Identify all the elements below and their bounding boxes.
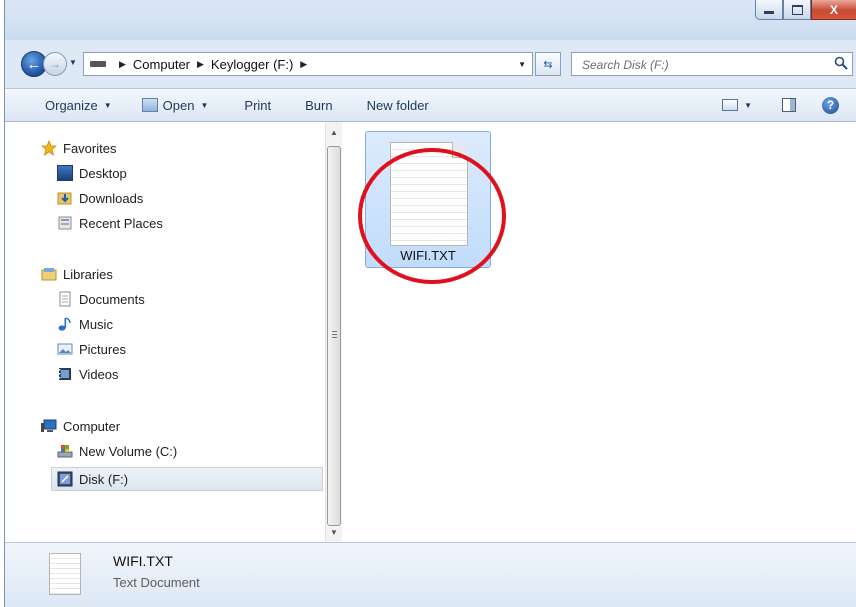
nav-recent-places-label: Recent Places — [79, 215, 163, 231]
change-view-button[interactable]: ▼ — [718, 99, 756, 111]
help-icon: ? — [822, 96, 839, 114]
open-label: Open — [162, 97, 195, 113]
nav-desktop[interactable]: Desktop — [57, 161, 127, 185]
command-bar: Organize ▼ Open ▼ Print Burn New folder … — [5, 88, 856, 122]
new-folder-label: New folder — [366, 97, 429, 113]
nav-documents-label: Documents — [79, 291, 145, 307]
organize-label: Organize — [45, 97, 98, 113]
address-row: ← → ▼ ▶ Computer ▶ Keylogger (F:) ▶ ▼ ⇆ — [5, 48, 856, 78]
nav-downloads[interactable]: Downloads — [57, 186, 143, 210]
computer-icon — [41, 418, 57, 434]
navigation-pane: Favorites Desktop Downloads Recent Place… — [5, 122, 325, 542]
pictures-icon — [57, 341, 73, 357]
grip-icon — [332, 331, 337, 339]
nav-disk-f[interactable]: Disk (F:) — [51, 467, 323, 491]
nav-computer[interactable]: Computer — [41, 414, 120, 438]
forward-button[interactable]: → — [43, 52, 67, 76]
refresh-button[interactable]: ⇆ — [535, 52, 561, 76]
nav-music-label: Music — [79, 316, 113, 332]
chevron-right-icon[interactable]: ▶ — [119, 59, 126, 70]
nav-new-volume-c[interactable]: New Volume (C:) — [57, 439, 177, 463]
minimize-icon — [764, 11, 774, 14]
search-box — [571, 52, 853, 76]
close-button[interactable]: X — [811, 0, 856, 20]
chevron-right-icon[interactable]: ▶ — [300, 59, 307, 70]
nav-libraries-label: Libraries — [63, 266, 113, 282]
nav-new-volume-c-label: New Volume (C:) — [79, 443, 178, 459]
nav-music[interactable]: Music — [57, 312, 113, 336]
desktop-icon — [57, 165, 73, 181]
preview-pane-button[interactable] — [778, 98, 800, 112]
address-bar[interactable]: ▶ Computer ▶ Keylogger (F:) ▶ ▼ — [83, 52, 533, 76]
nav-documents[interactable]: Documents — [57, 287, 145, 311]
details-pane: WIFI.TXT Text Document — [5, 542, 856, 607]
title-bar[interactable]: X — [5, 0, 856, 40]
new-folder-button[interactable]: New folder — [363, 98, 433, 113]
chevron-down-icon: ▼ — [744, 100, 752, 110]
breadcrumb-keylogger-drive[interactable]: Keylogger (F:) — [211, 57, 293, 72]
scrollbar-thumb[interactable] — [327, 146, 341, 526]
forward-arrow-icon: → — [49, 57, 61, 71]
nav-favorites[interactable]: Favorites — [41, 136, 116, 160]
nav-pictures-label: Pictures — [79, 341, 126, 357]
chevron-down-icon: ▼ — [103, 100, 112, 110]
back-arrow-icon: ← — [26, 55, 42, 73]
drive-icon — [90, 61, 106, 67]
text-file-icon — [49, 553, 81, 595]
organize-button[interactable]: Organize ▼ — [41, 98, 116, 113]
red-circle-annotation — [358, 148, 506, 284]
navigation-scrollbar[interactable]: ▲ ▼ — [325, 122, 342, 542]
print-label: Print — [244, 97, 272, 113]
drive-c-icon — [57, 443, 73, 459]
burn-button[interactable]: Burn — [301, 98, 336, 113]
search-input[interactable] — [580, 54, 824, 76]
chevron-down-icon[interactable]: ▼ — [518, 60, 526, 69]
nav-downloads-label: Downloads — [79, 190, 144, 206]
explorer-window: X ← → ▼ ▶ Computer ▶ Keylogger (F:) ▶ ▼ … — [4, 0, 856, 607]
recent-pages-dropdown[interactable]: ▼ — [69, 58, 79, 68]
window-controls: X — [755, 0, 856, 20]
details-file-type: Text Document — [113, 575, 200, 590]
star-icon — [41, 140, 57, 156]
file-list: WIFI.TXT — [342, 122, 856, 542]
details-file-name: WIFI.TXT — [113, 553, 173, 569]
search-icon[interactable] — [834, 56, 848, 70]
minimize-button[interactable] — [755, 0, 783, 20]
burn-label: Burn — [305, 97, 333, 113]
open-icon — [141, 98, 158, 112]
music-icon — [57, 316, 73, 332]
drive-f-icon — [57, 471, 73, 487]
nav-pictures[interactable]: Pictures — [57, 337, 126, 361]
nav-libraries[interactable]: Libraries — [41, 262, 113, 286]
views-icon — [722, 99, 739, 111]
preview-pane-icon — [782, 98, 796, 112]
documents-icon — [57, 291, 73, 307]
scroll-down-icon[interactable]: ▼ — [326, 524, 342, 540]
chevron-down-icon: ▼ — [200, 100, 209, 110]
chevron-right-icon[interactable]: ▶ — [197, 59, 204, 70]
maximize-button[interactable] — [783, 0, 811, 20]
refresh-icon: ⇆ — [543, 58, 553, 71]
nav-videos-label: Videos — [79, 366, 119, 382]
nav-recent-places[interactable]: Recent Places — [57, 211, 163, 235]
nav-disk-f-label: Disk (F:) — [79, 471, 129, 487]
open-button[interactable]: Open ▼ — [138, 98, 213, 113]
maximize-icon — [791, 4, 803, 15]
help-button[interactable]: ? — [818, 96, 843, 114]
downloads-icon — [57, 190, 73, 206]
close-icon: X — [829, 2, 838, 17]
videos-icon — [57, 366, 73, 382]
nav-desktop-label: Desktop — [79, 165, 127, 181]
libraries-icon — [41, 266, 57, 282]
print-button[interactable]: Print — [240, 98, 275, 113]
nav-videos[interactable]: Videos — [57, 362, 119, 386]
scroll-up-icon[interactable]: ▲ — [326, 124, 342, 140]
breadcrumb-computer[interactable]: Computer — [133, 57, 190, 72]
recent-places-icon — [57, 215, 73, 231]
nav-favorites-label: Favorites — [63, 140, 117, 156]
nav-computer-label: Computer — [63, 418, 121, 434]
